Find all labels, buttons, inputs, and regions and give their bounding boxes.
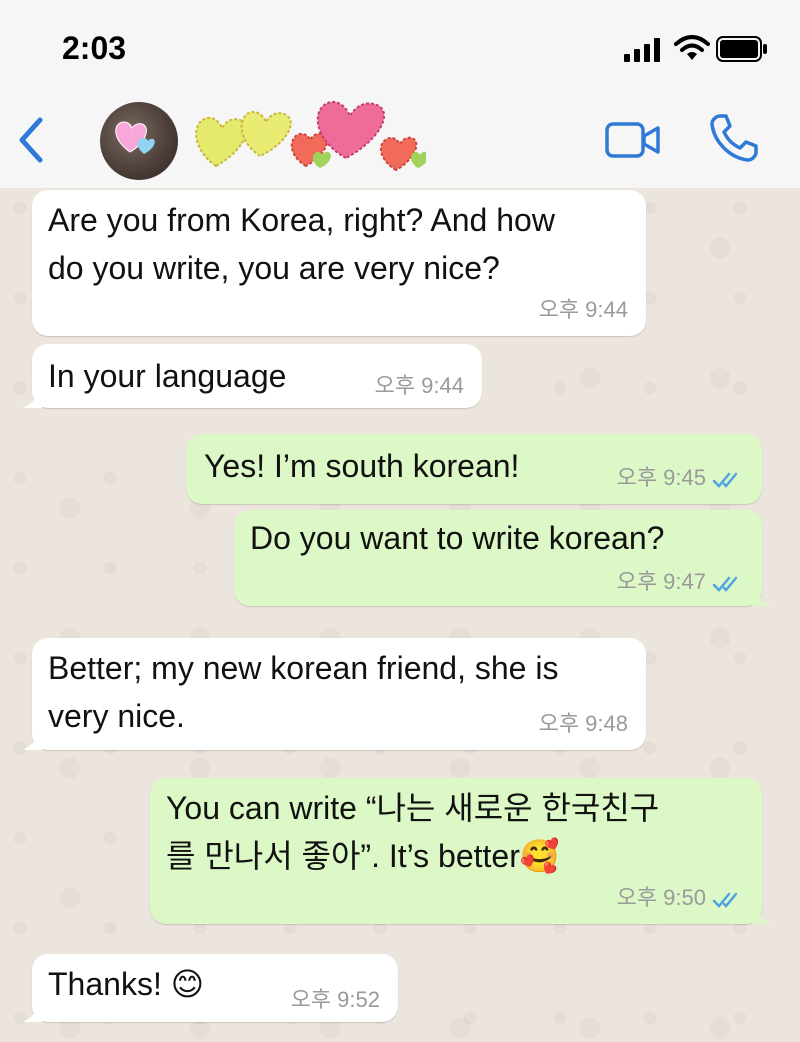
message-text: Better; my new korean friend, she is ver…: [48, 650, 559, 734]
chat-header: [0, 96, 800, 189]
message-text: You can write “나는 새로운 한국친구 를 만나서 좋아”. It…: [166, 790, 660, 874]
avatar[interactable]: [100, 102, 178, 180]
message-text: Yes! I’m south korean!: [204, 448, 520, 484]
message-text: In your language: [48, 358, 287, 394]
message-bubble-incoming[interactable]: In your language 오후 9:44: [22, 344, 482, 408]
bubble-tail: [752, 904, 772, 924]
wifi-icon: [674, 35, 710, 60]
message-time: 오후 9:47: [616, 569, 706, 594]
status-bar: 2:03: [0, 0, 800, 96]
message-bubble-outgoing[interactable]: Yes! I’m south korean! 오후 9:45: [186, 434, 762, 504]
chevron-left-icon[interactable]: [14, 116, 48, 164]
battery-icon: [716, 36, 767, 62]
phone-icon[interactable]: [708, 112, 760, 164]
bubble-tail: [22, 1002, 42, 1022]
message-time: 오후 9:45: [616, 465, 706, 490]
status-time: 2:03: [62, 30, 127, 66]
message-time: 오후 9:48: [538, 711, 628, 736]
message-bubble-outgoing[interactable]: Do you want to write korean? 오후 9:47: [234, 510, 772, 606]
message-time: 오후 9:44: [538, 297, 628, 322]
message-text: Do you want to write korean?: [250, 520, 665, 556]
chat-area[interactable]: Are you from Korea, right? And how do yo…: [0, 188, 800, 1042]
message-time: 오후 9:52: [290, 987, 380, 1012]
heart-icon: [115, 121, 155, 154]
video-camera-icon[interactable]: [604, 120, 662, 160]
message-text: Thanks! 😊: [48, 966, 205, 1002]
bubble-tail: [752, 586, 772, 606]
bubble-tail: [22, 730, 42, 750]
bubble-tail: [22, 388, 42, 408]
message-bubble-incoming[interactable]: Better; my new korean friend, she is ver…: [22, 638, 646, 750]
message-time: 오후 9:44: [374, 373, 464, 398]
message-bubble-incoming[interactable]: Thanks! 😊 오후 9:52: [22, 954, 398, 1022]
message-bubble-outgoing[interactable]: You can write “나는 새로운 한국친구 를 만나서 좋아”. It…: [150, 778, 772, 924]
message-bubble-incoming[interactable]: Are you from Korea, right? And how do yo…: [32, 190, 646, 336]
contact-name-hearts[interactable]: [186, 96, 426, 186]
cellular-signal-icon: [624, 38, 660, 62]
message-text: Are you from Korea, right? And how do yo…: [48, 202, 555, 286]
read-receipt-icon: [712, 472, 738, 488]
message-time: 오후 9:50: [616, 885, 706, 910]
read-receipt-icon: [712, 892, 738, 908]
read-receipt-icon: [712, 576, 738, 592]
